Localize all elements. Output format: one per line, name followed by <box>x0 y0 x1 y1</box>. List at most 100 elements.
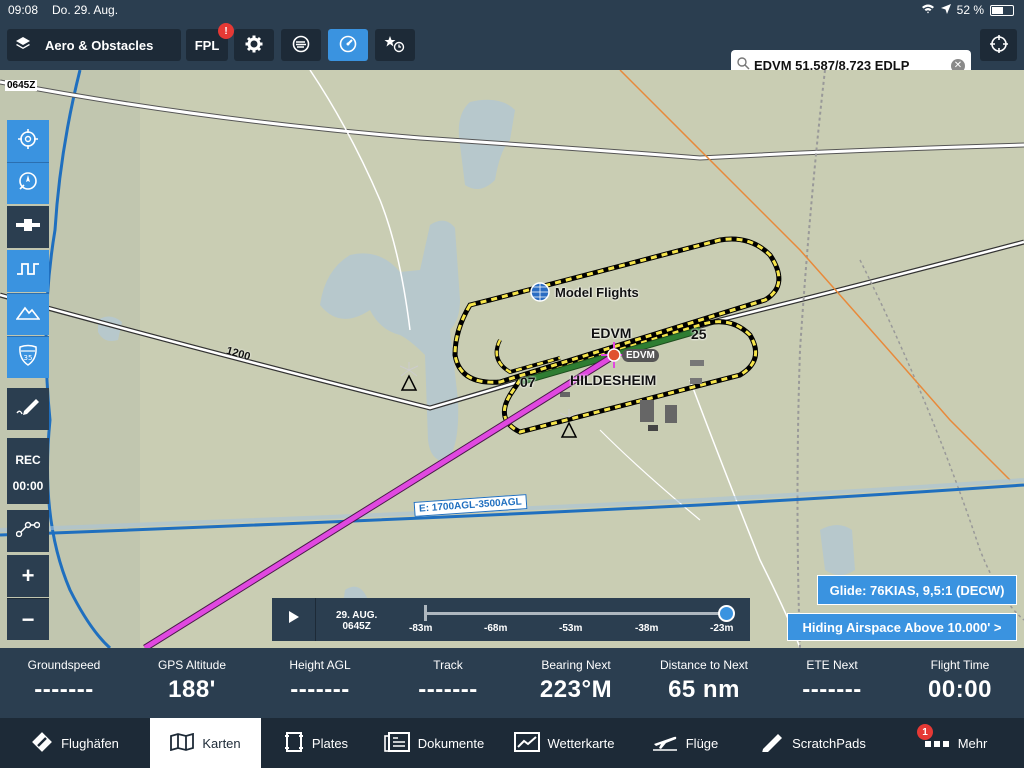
tab-airports[interactable]: Flughäfen <box>0 718 150 768</box>
instrument-distance-next[interactable]: Distance to Next 65 nm <box>640 648 768 718</box>
instruments-button[interactable] <box>328 29 368 61</box>
airport-code-label[interactable]: EDVM <box>591 325 631 341</box>
tab-label: Karten <box>202 735 241 751</box>
tab-label: Flüge <box>685 735 719 751</box>
profile-square-wave-icon <box>16 261 40 282</box>
glide-info-button[interactable]: Glide: 76KIAS, 9,5:1 (DECW) <box>817 575 1017 605</box>
instrument-track[interactable]: Track ------- <box>384 648 512 718</box>
settings-button[interactable] <box>234 29 274 61</box>
instrument-ete-next[interactable]: ETE Next ------- <box>768 648 896 718</box>
scratchpad-icon <box>760 732 784 755</box>
wind-button[interactable] <box>281 29 321 61</box>
more-notification-badge: 1 <box>917 724 933 740</box>
instrument-label: Track <box>433 658 463 672</box>
status-bar: 09:08 Do. 29. Aug. 52 % <box>0 0 1024 20</box>
plates-icon <box>284 731 304 756</box>
timeline-date-time: 0645Z <box>342 621 371 632</box>
tab-label: Flughäfen <box>61 735 119 751</box>
terrain-button[interactable] <box>7 293 49 335</box>
route-nodes-icon <box>15 521 41 542</box>
tab-plates[interactable]: Plates <box>261 718 371 768</box>
runway-25-label: 25 <box>691 326 707 342</box>
layers-label: Aero & Obstacles <box>45 37 154 53</box>
record-button[interactable]: REC 00:00 <box>7 438 49 504</box>
play-button[interactable] <box>272 598 316 641</box>
airport-tag[interactable]: EDVM <box>622 349 659 362</box>
status-time: 09:08 <box>8 3 39 17</box>
instrument-height-agl[interactable]: Height AGL ------- <box>256 648 384 718</box>
timeline-tick: -38m <box>635 623 659 634</box>
timeline-slider-knob[interactable] <box>718 605 735 622</box>
status-right: 52 % <box>921 3 1014 17</box>
tab-weather-chart[interactable]: Wetterkarte <box>497 718 631 768</box>
instrument-value: 188' <box>168 676 216 703</box>
airspace-filter-button[interactable]: Hiding Airspace Above 10.000' > <box>787 613 1017 641</box>
instrument-gps-altitude[interactable]: GPS Altitude 188' <box>128 648 256 718</box>
timeline-date: 29. AUG. 0645Z <box>336 610 377 632</box>
instrument-flight-time[interactable]: Flight Time 00:00 <box>896 648 1024 718</box>
timeline-tick: -53m <box>559 623 583 634</box>
timeline-date-day: 29. AUG. <box>336 610 378 621</box>
instrument-value: 00:00 <box>928 676 992 703</box>
instrument-label: Height AGL <box>289 658 351 672</box>
layers-button[interactable]: Aero & Obstacles <box>7 29 181 61</box>
toolbar: Aero & Obstacles FPL ! ✕ <box>0 20 1024 81</box>
instrument-groundspeed[interactable]: Groundspeed ------- <box>0 648 128 718</box>
tab-label: Mehr <box>957 735 988 751</box>
airport-name-label[interactable]: HILDESHEIM <box>570 372 656 388</box>
battery-icon <box>990 4 1014 16</box>
tab-maps[interactable]: Karten <box>150 718 261 768</box>
record-label: REC <box>15 453 41 467</box>
track-up-button[interactable] <box>7 120 49 162</box>
timeline-tick: -68m <box>484 623 508 634</box>
tab-bar: Flughäfen Karten Plates Dokumente Wetter… <box>0 718 1024 768</box>
center-location-button[interactable] <box>980 29 1017 61</box>
documents-icon <box>383 731 410 755</box>
instrument-label: Flight Time <box>930 658 990 672</box>
draw-button[interactable] <box>7 388 49 430</box>
instrument-value: 65 nm <box>668 676 740 703</box>
gear-icon <box>245 35 263 56</box>
tab-label: Dokumente <box>417 735 485 751</box>
favorites-recent-button[interactable] <box>375 29 415 61</box>
highway-shield-icon: 35 <box>18 344 38 371</box>
svg-text:35: 35 <box>24 354 33 362</box>
timeline-slider-track[interactable] <box>426 612 726 615</box>
weather-timeline: 29. AUG. 0645Z -83m -68m -53m -38m -23m <box>272 598 750 641</box>
status-date: Do. 29. Aug. <box>52 3 119 17</box>
tab-more[interactable]: Mehr 1 <box>887 718 1024 768</box>
mountain-icon <box>15 304 41 325</box>
instrument-bearing-next[interactable]: Bearing Next 223°M <box>512 648 640 718</box>
highway-button[interactable]: 35 <box>7 336 49 378</box>
flight-plan-button[interactable]: FPL ! <box>186 23 234 61</box>
zoom-out-button[interactable]: − <box>7 598 49 640</box>
runway-icon <box>15 218 41 237</box>
route-tool-button[interactable] <box>7 510 49 552</box>
instrument-label: GPS Altitude <box>157 658 227 672</box>
tab-label: Wetterkarte <box>547 735 615 751</box>
tab-documents[interactable]: Dokumente <box>371 718 497 768</box>
wind-globe-icon <box>292 35 310 56</box>
tab-scratchpads[interactable]: ScratchPads <box>739 718 887 768</box>
map-icon <box>170 732 195 754</box>
map-view[interactable]: 0645Z Model Flights EDVM HILDESHEIM EDVM… <box>0 70 1024 648</box>
compass-plane-icon <box>17 170 39 197</box>
instrument-label: Distance to Next <box>659 658 749 672</box>
map-orientation-button[interactable] <box>7 162 49 204</box>
profile-view-button[interactable] <box>7 250 49 292</box>
runway-button[interactable] <box>7 206 49 248</box>
record-time: 00:00 <box>12 479 44 493</box>
zoom-in-button[interactable]: + <box>7 555 49 597</box>
tab-label: Plates <box>311 735 349 751</box>
gauge-icon <box>339 35 357 56</box>
tab-flights[interactable]: Flüge <box>631 718 739 768</box>
wifi-icon <box>921 3 935 17</box>
model-flights-label[interactable]: Model Flights <box>555 285 639 300</box>
instrument-label: Bearing Next <box>541 658 611 672</box>
timeline-tick: -83m <box>409 623 433 634</box>
flights-icon <box>652 733 678 754</box>
instrument-value: ------- <box>34 676 94 703</box>
instrument-value: 223°M <box>539 676 613 703</box>
map-canvas <box>0 70 1024 648</box>
star-clock-icon <box>384 35 406 56</box>
